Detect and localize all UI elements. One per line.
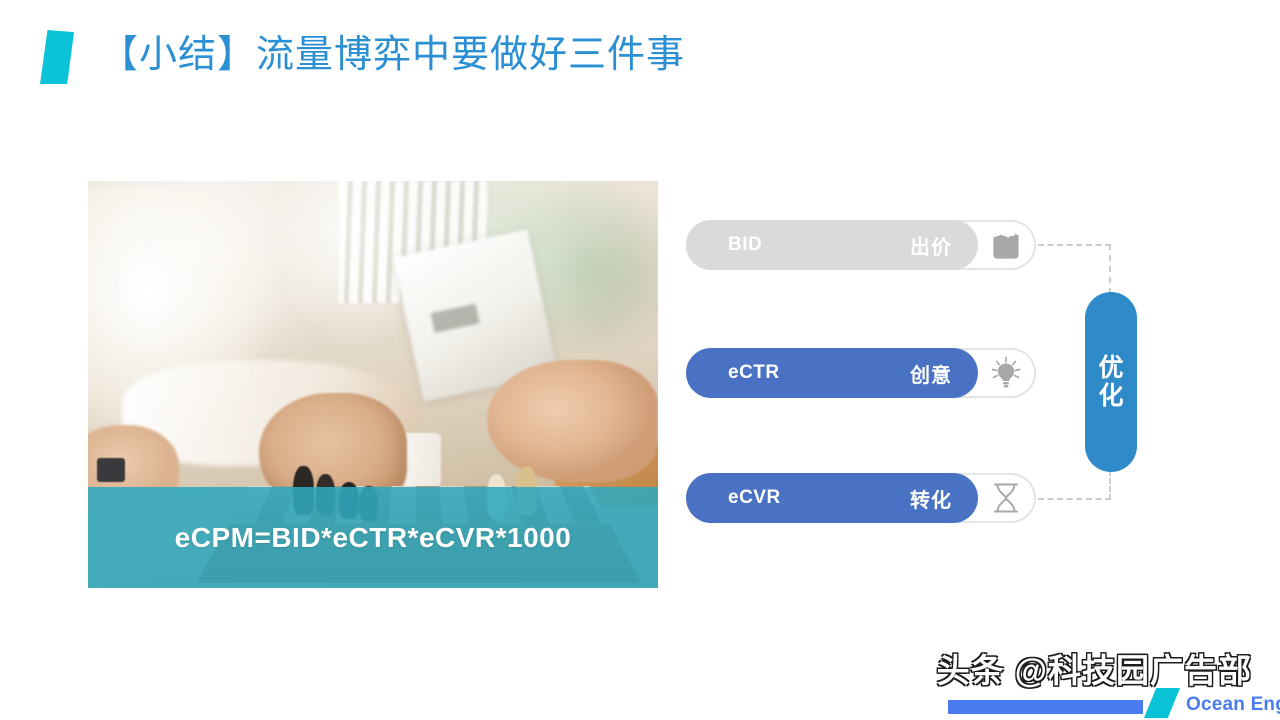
chess-photo: eCPM=BID*eCTR*eCVR*1000 <box>88 181 658 588</box>
metric-label-ecvr: 转化 <box>910 489 952 512</box>
logo-slant-icon <box>1144 688 1180 718</box>
connector-bid-horizontal <box>1038 244 1111 246</box>
connector-ecvr-vertical <box>1109 470 1111 500</box>
metric-key-ecvr: eCVR <box>728 487 781 508</box>
connector-bid-vertical <box>1109 244 1111 294</box>
page-title: 【小结】流量博弈中要做好三件事 <box>40 28 685 84</box>
logo-text: Ocean Engine <box>1186 694 1280 715</box>
metric-row-ectr[interactable]: eCTR 创意 <box>686 348 1036 398</box>
optimize-label: 优化 <box>1098 354 1124 410</box>
metric-row-bid[interactable]: BID 出价 <box>686 220 1036 270</box>
metric-key-bid: BID <box>728 234 763 255</box>
logo-bar <box>948 700 1143 714</box>
photo-caption-band: eCPM=BID*eCTR*eCVR*1000 <box>88 487 658 588</box>
metric-key-ectr: eCTR <box>728 362 780 383</box>
watermark: 头条 @科技园广告部 <box>936 652 1252 689</box>
connector-ecvr-horizontal <box>1038 498 1111 500</box>
optimize-capsule[interactable]: 优化 <box>1085 292 1137 472</box>
metric-pill-ectr[interactable]: eCTR 创意 <box>686 348 978 398</box>
photo-ring <box>96 457 126 483</box>
lightbulb-icon <box>986 353 1026 393</box>
page-title-text: 【小结】流量博弈中要做好三件事 <box>100 34 686 76</box>
money-bundle-icon <box>986 225 1026 265</box>
metric-pill-bid[interactable]: BID 出价 <box>686 220 978 270</box>
metric-label-ectr: 创意 <box>910 364 952 387</box>
photo-hand-right <box>487 360 658 483</box>
hourglass-icon <box>986 478 1026 518</box>
metric-label-bid: 出价 <box>910 236 952 259</box>
ecpm-formula: eCPM=BID*eCTR*eCVR*1000 <box>174 521 572 553</box>
metric-row-ecvr[interactable]: eCVR 转化 <box>686 473 1036 523</box>
metrics-diagram: BID 出价 eCTR 创意 eCVR 转化 优化 <box>686 214 1156 534</box>
title-accent-icon <box>40 30 74 84</box>
metric-pill-ecvr[interactable]: eCVR 转化 <box>686 473 978 523</box>
